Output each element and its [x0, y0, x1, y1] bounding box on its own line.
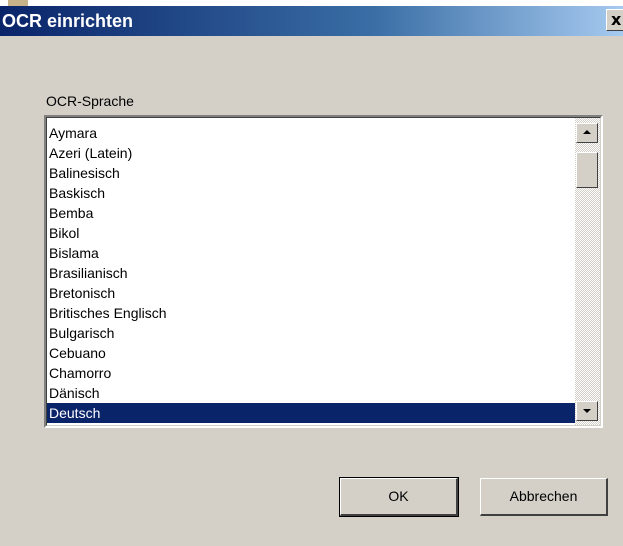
- language-option[interactable]: Azeri (Latein): [47, 143, 576, 163]
- ocr-language-listbox[interactable]: Aymara Azeri (Latein) Balinesisch Baskisch B…: [44, 115, 603, 428]
- language-option[interactable]: Bislama: [47, 243, 576, 263]
- listbox-frame: Aymara Azeri (Latein) Balinesisch Baskisch B…: [46, 117, 601, 426]
- language-option[interactable]: Deutsch: [47, 403, 576, 423]
- cancel-button[interactable]: Abbrechen: [480, 478, 608, 516]
- scroll-down-button[interactable]: [576, 401, 598, 421]
- scroll-up-button[interactable]: [576, 123, 598, 143]
- language-option[interactable]: Balinesisch: [47, 163, 576, 183]
- vertical-scrollbar[interactable]: [575, 118, 600, 425]
- language-option[interactable]: Britisches Englisch: [47, 303, 576, 323]
- scrollbar-thumb[interactable]: [576, 152, 598, 188]
- language-option[interactable]: Bretonisch: [47, 283, 576, 303]
- close-icon[interactable]: x: [606, 9, 623, 31]
- language-option[interactable]: Bulgarisch: [47, 323, 576, 343]
- dialog-title: OCR einrichten: [2, 11, 134, 31]
- language-option[interactable]: Aymara: [47, 123, 576, 143]
- language-option[interactable]: Dänisch: [47, 383, 576, 403]
- language-list: Aymara Azeri (Latein) Balinesisch Baskisch B…: [47, 123, 576, 423]
- language-option[interactable]: Cebuano: [47, 343, 576, 363]
- language-option[interactable]: Chamorro: [47, 363, 576, 383]
- language-option[interactable]: Brasilianisch: [47, 263, 576, 283]
- ok-button[interactable]: OK: [339, 477, 459, 517]
- ocr-setup-dialog: OCR einrichten x OCR-Sprache Aymara Azeri…: [0, 0, 623, 546]
- title-bar[interactable]: OCR einrichten x: [0, 6, 623, 36]
- ocr-language-label: OCR-Sprache: [46, 93, 134, 109]
- language-option[interactable]: Bemba: [47, 203, 576, 223]
- language-option[interactable]: Bikol: [47, 223, 576, 243]
- scroll-down-arrow-icon: [583, 409, 591, 413]
- scroll-up-arrow-icon: [583, 130, 591, 134]
- language-option[interactable]: Baskisch: [47, 183, 576, 203]
